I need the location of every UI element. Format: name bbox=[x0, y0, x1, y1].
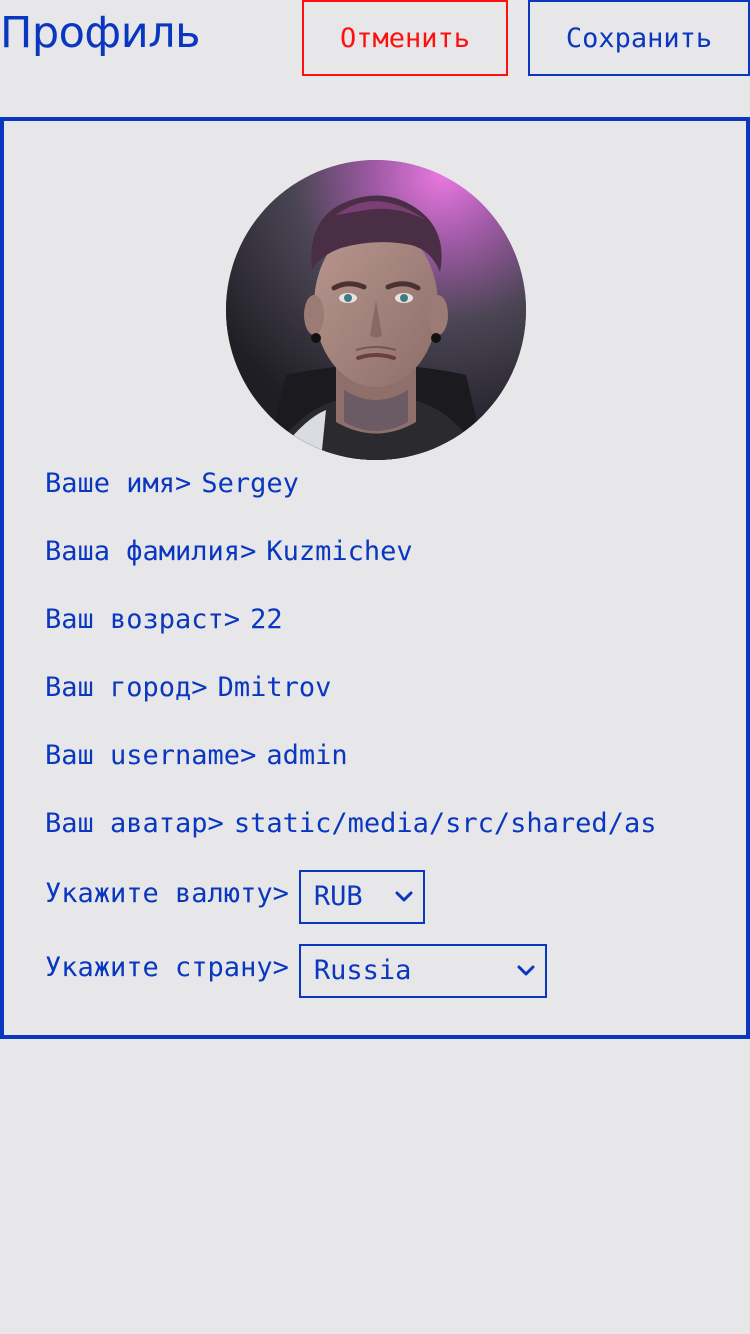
username-value[interactable]: admin bbox=[266, 738, 347, 774]
currency-select[interactable]: RUB bbox=[298, 870, 425, 924]
first-name-value[interactable]: Sergey bbox=[201, 466, 299, 502]
field-last-name: Ваша фамилия> Kuzmichev bbox=[45, 534, 413, 570]
field-country: Укажите страну> Russia bbox=[45, 944, 547, 998]
avatar-label: Ваш аватар> bbox=[45, 808, 224, 839]
page-title: Профиль bbox=[0, 8, 200, 58]
field-avatar: Ваш аватар> static/media/src/shared/as bbox=[45, 806, 656, 842]
currency-selected-value: RUB bbox=[313, 881, 363, 912]
field-age: Ваш возраст> 22 bbox=[45, 602, 283, 638]
profile-card: Ваше имя> Sergey Ваша фамилия> Kuzmichev… bbox=[0, 117, 750, 1039]
save-button[interactable]: Сохранить bbox=[528, 0, 750, 76]
currency-label: Укажите валюту> bbox=[45, 878, 289, 909]
city-label: Ваш город> bbox=[45, 672, 208, 703]
avatar-value[interactable]: static/media/src/shared/as bbox=[234, 806, 657, 842]
cancel-button-label: Отменить bbox=[339, 22, 471, 54]
last-name-label: Ваша фамилия> bbox=[45, 536, 257, 567]
city-value[interactable]: Dmitrov bbox=[218, 670, 332, 706]
field-city: Ваш город> Dmitrov bbox=[45, 670, 331, 706]
cancel-button[interactable]: Отменить bbox=[302, 0, 508, 76]
field-username: Ваш username> admin bbox=[45, 738, 348, 774]
avatar bbox=[226, 160, 526, 460]
user-avatar-icon bbox=[226, 160, 526, 460]
age-value[interactable]: 22 bbox=[250, 602, 283, 638]
username-label: Ваш username> bbox=[45, 740, 257, 771]
save-button-label: Сохранить bbox=[565, 22, 713, 54]
field-first-name: Ваше имя> Sergey bbox=[45, 466, 299, 502]
country-select[interactable]: Russia bbox=[298, 944, 547, 998]
country-label: Укажите страну> bbox=[45, 952, 289, 983]
chevron-down-icon bbox=[395, 891, 413, 902]
last-name-value[interactable]: Kuzmichev bbox=[266, 534, 412, 570]
chevron-down-icon bbox=[517, 965, 535, 976]
age-label: Ваш возраст> bbox=[45, 604, 241, 635]
country-selected-value: Russia bbox=[313, 955, 412, 986]
first-name-label: Ваше имя> bbox=[45, 468, 192, 499]
field-currency: Укажите валюту> RUB bbox=[45, 870, 425, 924]
